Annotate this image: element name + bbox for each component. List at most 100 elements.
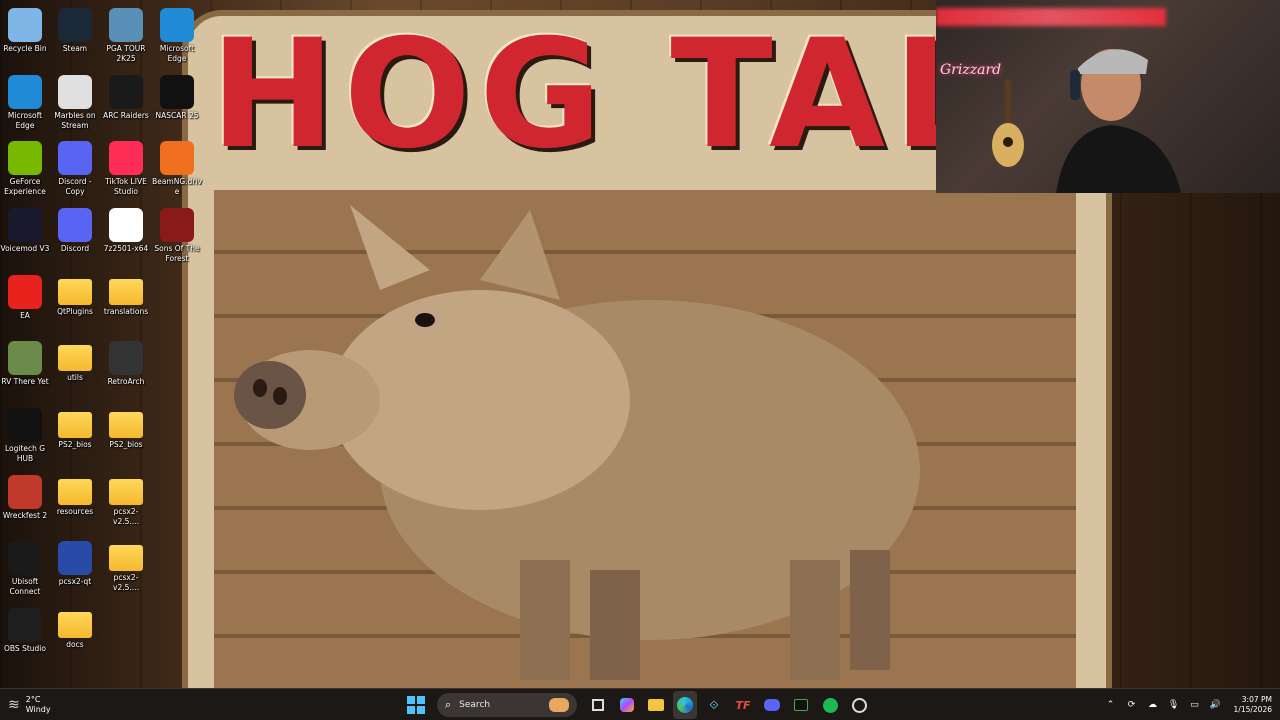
desktop-icon-arc-raiders[interactable]: ARC Raiders <box>101 71 151 137</box>
desktop-icon-marbles-on-stream[interactable]: Marbles on Stream <box>50 71 100 137</box>
system-tray: ⌃ ⟳ ☁ 🎙 ▭ 🔊 3:07 PM 1/15/2026 <box>1104 689 1272 720</box>
task-view-button[interactable] <box>586 691 610 719</box>
desktop-icon-beamng-drive[interactable]: BeamNG.drive <box>152 137 202 203</box>
desktop-icon-label: 7z2501-x64 <box>103 244 149 253</box>
desktop-icon-logitech-g-hub[interactable]: Logitech G HUB <box>0 404 50 470</box>
ea-icon <box>8 275 42 309</box>
cloud-icon[interactable]: ☁ <box>1146 698 1160 712</box>
voicemod-icon <box>8 208 42 242</box>
desktop-icon-recycle-bin[interactable]: Recycle Bin <box>0 4 50 70</box>
edge-button[interactable] <box>673 691 697 719</box>
streamer-person <box>1056 49 1181 193</box>
spotify-button[interactable] <box>818 691 842 719</box>
folder-icon <box>58 479 92 505</box>
desktop-icon-nascar-25[interactable]: NASCAR 25 <box>152 71 202 137</box>
desktop-icon-retroarch[interactable]: RetroArch <box>101 337 151 403</box>
folder-icon <box>58 345 92 371</box>
ubisoft-icon <box>8 541 42 575</box>
desktop-icon-resources[interactable]: resources <box>50 471 100 537</box>
boar-illustration <box>234 205 920 680</box>
weather-temperature: 2°C <box>25 695 41 704</box>
desktop-icon-7z2501-x64[interactable]: 7z2501-x64 <box>101 204 151 270</box>
desktop-icon-ubisoft-connect[interactable]: Ubisoft Connect <box>0 537 50 603</box>
sync-icon[interactable]: ⟳ <box>1125 698 1139 712</box>
discord-icon <box>58 208 92 242</box>
obs-button[interactable] <box>847 691 871 719</box>
tf-button[interactable]: TF <box>731 691 755 719</box>
start-button[interactable] <box>404 691 428 719</box>
weather-condition: Windy <box>25 705 51 714</box>
desktop-icon-label: Steam <box>62 44 88 53</box>
sons-of-the-forest-icon <box>160 208 194 242</box>
desktop-icon-ps2-bios[interactable]: PS2_bios <box>50 404 100 470</box>
desktop-icon-label: Microsoft Edge <box>7 111 43 130</box>
taskbar-search[interactable]: ⌕ Search <box>437 693 577 717</box>
task-view-icon <box>592 699 604 711</box>
desktop-icon-wreckfest-2[interactable]: Wreckfest 2 <box>0 471 50 537</box>
desktop-icon-label: Ubisoft Connect <box>9 577 41 596</box>
desktop-icon-discord-copy[interactable]: Discord - Copy <box>50 137 100 203</box>
taskbar-apps: ⌕ Search ⟐ TF <box>404 689 871 720</box>
desktop-icon-discord[interactable]: Discord <box>50 204 100 270</box>
geforce-icon <box>8 141 42 175</box>
desktop-icon-rv-there-yet[interactable]: RV There Yet <box>0 337 50 403</box>
desktop-icon-pga-tour-2k25[interactable]: PGA TOUR 2K25 <box>101 4 151 70</box>
desktop-icon-voicemod-v3[interactable]: Voicemod V3 <box>0 204 50 270</box>
terminal-button[interactable] <box>789 691 813 719</box>
desktop-icon-qtplugins[interactable]: QtPlugins <box>50 271 100 337</box>
volume-icon[interactable]: 🔊 <box>1209 698 1223 712</box>
microphone-icon[interactable]: 🎙 <box>1167 698 1181 712</box>
tiktok-icon <box>109 141 143 175</box>
file-explorer-button[interactable] <box>644 691 668 719</box>
desktop-icon-steam[interactable]: Steam <box>50 4 100 70</box>
desktop-icon-microsoft-edge[interactable]: Microsoft Edge <box>152 4 202 70</box>
app-button[interactable]: ⟐ <box>702 691 726 719</box>
desktop-icon-pcsx2-v2-5[interactable]: pcsx2-v2.5.... <box>101 537 151 603</box>
clock[interactable]: 3:07 PM 1/15/2026 <box>1234 695 1272 715</box>
beamng-icon <box>160 141 194 175</box>
desktop-icon-label: docs <box>66 640 84 649</box>
desktop-icon-label: utils <box>67 373 83 382</box>
desktop-icon-ea[interactable]: EA <box>0 271 50 337</box>
desktop-icon-ps2-bios[interactable]: PS2_bios <box>101 404 151 470</box>
folder-icon <box>109 279 143 305</box>
desktop-icon-pcsx2-v2-5[interactable]: pcsx2-v2.5.... <box>101 471 151 537</box>
desktop-icon-utils[interactable]: utils <box>50 337 100 403</box>
desktop-icon-microsoft-edge[interactable]: Microsoft Edge <box>0 71 50 137</box>
desktop-icon-geforce-experience[interactable]: GeForce Experience <box>0 137 50 203</box>
desktop-icon-pcsx2-qt[interactable]: pcsx2-qt <box>50 537 100 603</box>
desktop-icon-label: PS2_bios <box>109 440 143 449</box>
desktop-icon-translations[interactable]: translations <box>101 271 151 337</box>
discord-icon <box>764 699 780 711</box>
desktop-icon-tiktok-live-studio[interactable]: TikTok LIVE Studio <box>101 137 151 203</box>
pcsx2-icon <box>58 541 92 575</box>
copilot-button[interactable] <box>615 691 639 719</box>
desktop-icon-obs-studio[interactable]: OBS Studio <box>0 604 50 670</box>
desktop-icon-label: PS2_bios <box>58 440 92 449</box>
desktop-icon-label: Discord <box>60 244 90 253</box>
desktop-icon-label: resources <box>56 507 94 516</box>
rv-there-yet-icon <box>8 341 42 375</box>
folder-icon <box>109 479 143 505</box>
logitech-icon <box>8 408 42 442</box>
desktop-icon-sons-of-the-forest[interactable]: Sons Of The Forest <box>152 204 202 270</box>
weather-widget[interactable]: ≋ 2°C Windy <box>8 691 51 719</box>
desktop-icon-docs[interactable]: docs <box>50 604 100 670</box>
spotify-icon <box>822 697 838 713</box>
obs-icon <box>851 697 867 713</box>
display-icon[interactable]: ▭ <box>1188 698 1202 712</box>
search-highlight-icon <box>549 698 569 712</box>
guitar-icon <box>992 80 1024 167</box>
edge-icon <box>160 8 194 42</box>
webcam-overlay: Grizzard <box>936 0 1280 193</box>
arc-raiders-icon <box>109 75 143 109</box>
folder-icon <box>58 412 92 438</box>
folder-icon <box>109 545 143 571</box>
tf-icon: TF <box>735 698 751 712</box>
recycle-bin-icon <box>8 8 42 42</box>
desktop-icon-label: EA <box>20 311 30 320</box>
discord-button[interactable] <box>760 691 784 719</box>
desktop-icon-label: pcsx2-v2.5.... <box>113 573 139 592</box>
desktop-icon-label: pcsx2-qt <box>58 577 92 586</box>
chevron-up-icon[interactable]: ⌃ <box>1104 698 1118 712</box>
